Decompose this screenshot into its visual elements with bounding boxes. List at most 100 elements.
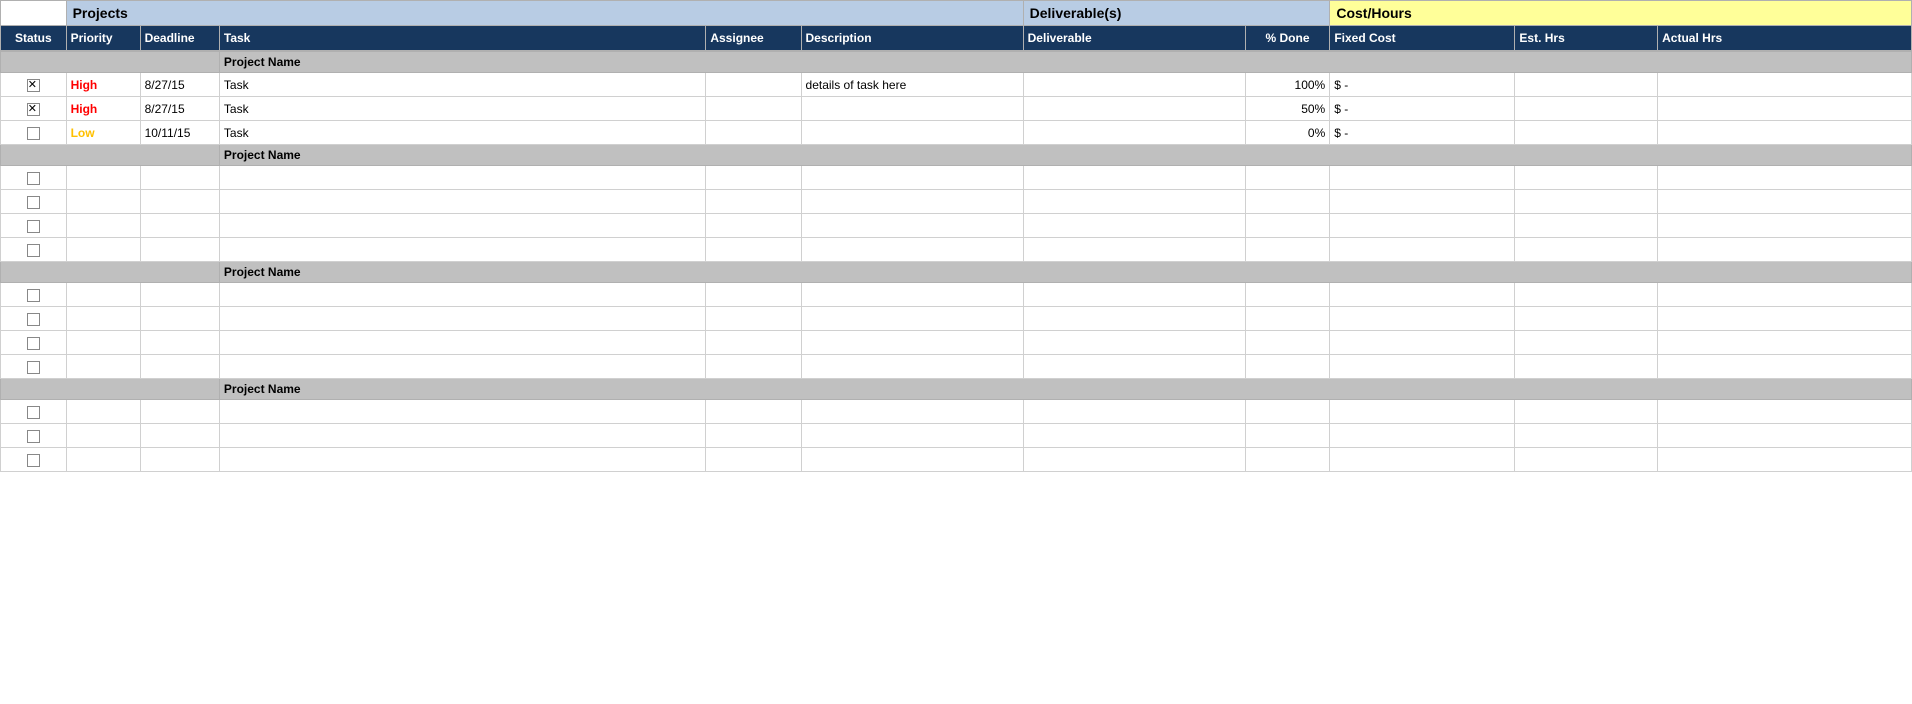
deliverable-cell[interactable]	[1023, 121, 1245, 145]
description-cell[interactable]	[801, 355, 1023, 379]
deliverable-cell[interactable]	[1023, 307, 1245, 331]
checkbox-unchecked[interactable]	[27, 196, 40, 209]
description-cell[interactable]	[801, 238, 1023, 262]
actual-hrs-cell[interactable]	[1658, 238, 1912, 262]
deliverable-cell[interactable]	[1023, 214, 1245, 238]
actual-hrs-cell[interactable]	[1658, 331, 1912, 355]
assignee-cell[interactable]	[706, 121, 801, 145]
actual-hrs-cell[interactable]	[1658, 283, 1912, 307]
status-cell[interactable]	[1, 307, 67, 331]
description-cell[interactable]	[801, 121, 1023, 145]
actual-hrs-cell[interactable]	[1658, 355, 1912, 379]
task-cell[interactable]	[219, 238, 705, 262]
fixed-cost-cell[interactable]	[1330, 400, 1515, 424]
task-cell[interactable]	[219, 355, 705, 379]
task-cell[interactable]	[219, 400, 705, 424]
assignee-cell[interactable]	[706, 190, 801, 214]
fixed-cost-cell[interactable]	[1330, 214, 1515, 238]
task-cell[interactable]: Task	[219, 121, 705, 145]
est-hrs-cell[interactable]	[1515, 73, 1658, 97]
assignee-cell[interactable]	[706, 283, 801, 307]
task-cell[interactable]: Task	[219, 97, 705, 121]
task-cell[interactable]	[219, 307, 705, 331]
actual-hrs-cell[interactable]	[1658, 73, 1912, 97]
status-cell[interactable]	[1, 238, 67, 262]
description-cell[interactable]	[801, 424, 1023, 448]
fixed-cost-cell[interactable]: $ -	[1330, 73, 1515, 97]
assignee-cell[interactable]	[706, 424, 801, 448]
task-cell[interactable]	[219, 424, 705, 448]
est-hrs-cell[interactable]	[1515, 214, 1658, 238]
deliverable-cell[interactable]	[1023, 166, 1245, 190]
task-cell[interactable]	[219, 283, 705, 307]
deliverable-cell[interactable]	[1023, 331, 1245, 355]
task-cell[interactable]	[219, 166, 705, 190]
checkbox-unchecked[interactable]	[27, 172, 40, 185]
assignee-cell[interactable]	[706, 214, 801, 238]
checkbox-unchecked[interactable]	[27, 406, 40, 419]
status-cell[interactable]	[1, 331, 67, 355]
deliverable-cell[interactable]	[1023, 283, 1245, 307]
est-hrs-cell[interactable]	[1515, 331, 1658, 355]
actual-hrs-cell[interactable]	[1658, 214, 1912, 238]
actual-hrs-cell[interactable]	[1658, 424, 1912, 448]
actual-hrs-cell[interactable]	[1658, 307, 1912, 331]
assignee-cell[interactable]	[706, 73, 801, 97]
assignee-cell[interactable]	[706, 331, 801, 355]
status-cell[interactable]	[1, 355, 67, 379]
status-cell[interactable]	[1, 166, 67, 190]
description-cell[interactable]	[801, 400, 1023, 424]
description-cell[interactable]	[801, 97, 1023, 121]
status-cell[interactable]	[1, 73, 67, 97]
actual-hrs-cell[interactable]	[1658, 97, 1912, 121]
assignee-cell[interactable]	[706, 97, 801, 121]
checkbox-unchecked[interactable]	[27, 361, 40, 374]
assignee-cell[interactable]	[706, 400, 801, 424]
checkbox-unchecked[interactable]	[27, 289, 40, 302]
status-cell[interactable]	[1, 190, 67, 214]
deliverable-cell[interactable]	[1023, 73, 1245, 97]
status-cell[interactable]	[1, 283, 67, 307]
checkbox-unchecked[interactable]	[27, 454, 40, 467]
est-hrs-cell[interactable]	[1515, 238, 1658, 262]
assignee-cell[interactable]	[706, 307, 801, 331]
status-cell[interactable]	[1, 448, 67, 472]
description-cell[interactable]	[801, 331, 1023, 355]
description-cell[interactable]	[801, 190, 1023, 214]
deliverable-cell[interactable]	[1023, 190, 1245, 214]
checkbox-checked[interactable]	[27, 103, 40, 116]
fixed-cost-cell[interactable]	[1330, 424, 1515, 448]
fixed-cost-cell[interactable]	[1330, 238, 1515, 262]
description-cell[interactable]	[801, 448, 1023, 472]
actual-hrs-cell[interactable]	[1658, 166, 1912, 190]
description-cell[interactable]	[801, 214, 1023, 238]
fixed-cost-cell[interactable]	[1330, 448, 1515, 472]
fixed-cost-cell[interactable]	[1330, 190, 1515, 214]
fixed-cost-cell[interactable]	[1330, 331, 1515, 355]
deliverable-cell[interactable]	[1023, 97, 1245, 121]
checkbox-unchecked[interactable]	[27, 127, 40, 140]
assignee-cell[interactable]	[706, 448, 801, 472]
fixed-cost-cell[interactable]: $ -	[1330, 97, 1515, 121]
est-hrs-cell[interactable]	[1515, 400, 1658, 424]
task-cell[interactable]: Task	[219, 73, 705, 97]
deliverable-cell[interactable]	[1023, 424, 1245, 448]
fixed-cost-cell[interactable]	[1330, 166, 1515, 190]
description-cell[interactable]: details of task here	[801, 73, 1023, 97]
task-cell[interactable]	[219, 448, 705, 472]
status-cell[interactable]	[1, 400, 67, 424]
est-hrs-cell[interactable]	[1515, 121, 1658, 145]
actual-hrs-cell[interactable]	[1658, 448, 1912, 472]
status-cell[interactable]	[1, 424, 67, 448]
checkbox-unchecked[interactable]	[27, 430, 40, 443]
assignee-cell[interactable]	[706, 355, 801, 379]
est-hrs-cell[interactable]	[1515, 283, 1658, 307]
task-cell[interactable]	[219, 331, 705, 355]
description-cell[interactable]	[801, 307, 1023, 331]
description-cell[interactable]	[801, 166, 1023, 190]
est-hrs-cell[interactable]	[1515, 97, 1658, 121]
actual-hrs-cell[interactable]	[1658, 121, 1912, 145]
deliverable-cell[interactable]	[1023, 448, 1245, 472]
fixed-cost-cell[interactable]	[1330, 307, 1515, 331]
task-cell[interactable]	[219, 190, 705, 214]
